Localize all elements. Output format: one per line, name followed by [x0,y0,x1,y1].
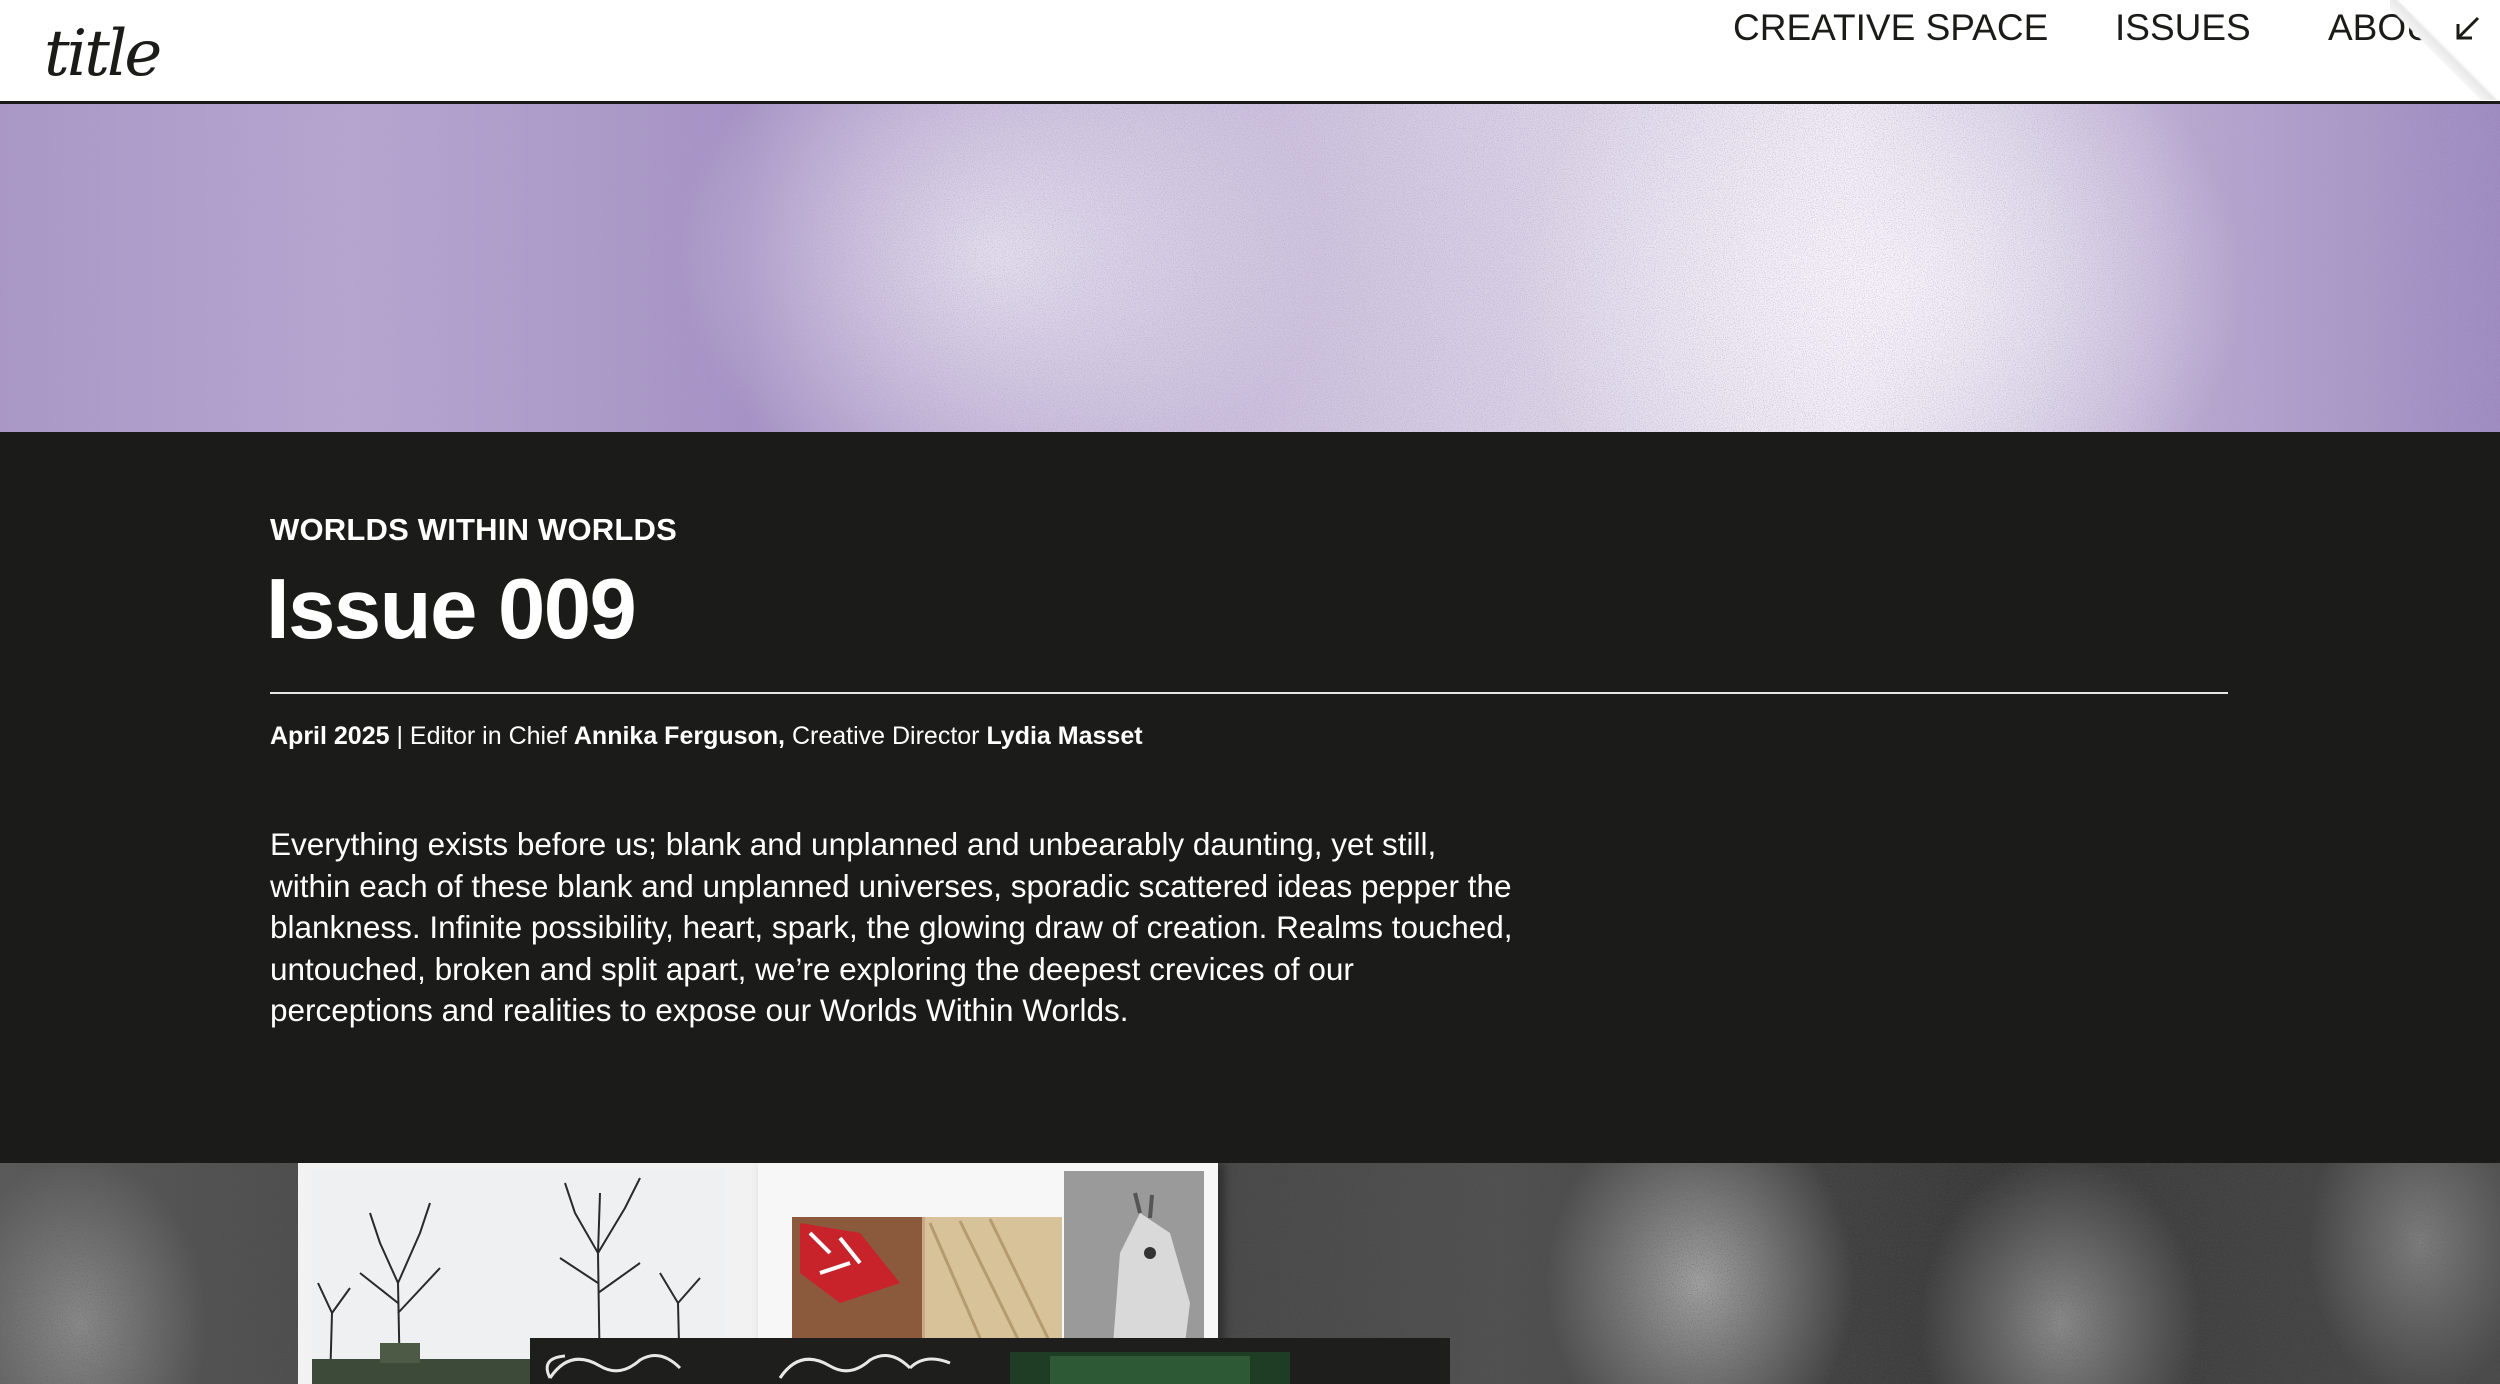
issue-date: April 2025 [270,722,390,750]
divider [270,692,2228,694]
featured-card[interactable] [530,1338,1450,1384]
nav-issues[interactable]: ISSUES [2115,0,2251,56]
main-nav: CREATIVE SPACE ISSUES ABOUT [0,0,2500,104]
editor-name: Annika Ferguson, [573,722,786,750]
issue-theme: WORLDS WITHIN WORLDS [270,512,677,547]
director-name: Lydia Masset [986,722,1143,750]
issue-description: Everything exists before us; blank and u… [270,826,1513,1028]
credits-separator: | [389,722,410,750]
noise-texture [0,104,2500,432]
issue-intro: WORLDS WITHIN WORLDS Issue 009 April 202… [0,432,2500,1163]
issue-title: Issue 009 [266,562,637,657]
ornament-icon [545,1352,1290,1384]
site-header: title CREATIVE SPACE ISSUES ABOUT [0,0,2500,104]
arrow-down-left-icon[interactable] [2450,12,2484,46]
magazine-spread-image [0,1163,2500,1384]
director-role: Creative Director [785,722,987,750]
editor-role: Editor in Chief [409,722,574,750]
hero-texture-band [0,104,2500,432]
nav-creative-space[interactable]: CREATIVE SPACE [1733,0,2048,56]
issue-credits: April 2025 | Editor in Chief Annika Ferg… [270,722,1143,751]
